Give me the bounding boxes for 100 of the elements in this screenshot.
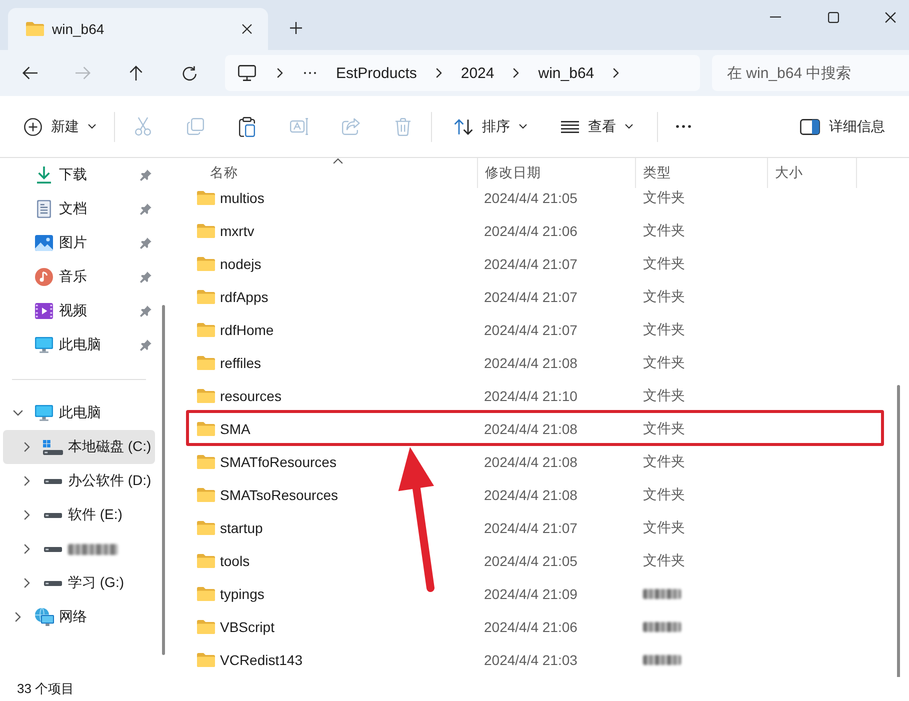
chevron-right-icon bbox=[513, 68, 520, 78]
search-field[interactable]: 在 win_b64 中搜索 bbox=[712, 55, 909, 91]
more-icon bbox=[676, 125, 690, 128]
scissors-icon bbox=[135, 117, 151, 136]
column-header[interactable]: 大小 bbox=[768, 158, 857, 188]
breadcrumb[interactable]: win_b64 bbox=[530, 58, 602, 88]
nav-item[interactable]: 音乐 bbox=[3, 260, 155, 294]
column-header[interactable]: 名称 bbox=[188, 158, 478, 188]
folder-icon bbox=[197, 388, 215, 402]
folder-icon bbox=[197, 322, 215, 336]
folder-icon bbox=[26, 22, 44, 36]
music-note-icon bbox=[35, 268, 53, 286]
modified-date: 2024/4/4 21:05 bbox=[484, 190, 578, 206]
details-button[interactable]: 详细信息 bbox=[790, 110, 895, 144]
folder-icon bbox=[197, 454, 215, 468]
breadcrumb[interactable]: 2024 bbox=[452, 58, 502, 88]
chevron-right-icon[interactable] bbox=[24, 578, 30, 588]
plus-icon bbox=[290, 22, 302, 34]
nav-item[interactable]: 此电脑 bbox=[3, 328, 155, 362]
file-name[interactable]: SMA bbox=[220, 420, 250, 436]
file-name[interactable]: rdfHome bbox=[220, 322, 274, 338]
chevron-right-icon[interactable] bbox=[24, 544, 30, 554]
clipboard-icon bbox=[239, 116, 255, 136]
monitor-icon bbox=[35, 337, 53, 353]
file-type: 文件夹 bbox=[643, 288, 685, 306]
sort-icon bbox=[454, 118, 473, 134]
file-name[interactable]: VBScript bbox=[220, 618, 274, 634]
nav-item[interactable]: 下载 bbox=[3, 158, 155, 192]
file-type: 文件夹 bbox=[643, 354, 685, 372]
modified-date: 2024/4/4 21:06 bbox=[484, 618, 578, 634]
caret-down-icon bbox=[625, 124, 633, 129]
file-name[interactable]: typings bbox=[220, 586, 264, 602]
file-type: 文件夹 bbox=[643, 386, 685, 404]
share-icon bbox=[342, 118, 360, 135]
modified-date: 2024/4/4 21:08 bbox=[484, 354, 578, 370]
chevron-right-icon[interactable] bbox=[24, 476, 30, 486]
list-view-icon bbox=[561, 120, 579, 132]
folder-icon bbox=[197, 290, 215, 304]
nav-item[interactable]: 软件 (E:) bbox=[3, 498, 155, 532]
address-bar[interactable]: EstProducts 2024 win_b64 bbox=[225, 55, 700, 91]
modified-date: 2024/4/4 21:03 bbox=[484, 652, 578, 668]
drive-icon bbox=[44, 478, 62, 484]
chevron-down-icon[interactable] bbox=[13, 410, 23, 416]
monitor-icon bbox=[35, 405, 53, 421]
file-name[interactable]: SMATsoResources bbox=[220, 486, 338, 502]
file-name[interactable]: multios bbox=[220, 190, 264, 206]
nav-item[interactable]: 学习 (G:) bbox=[3, 566, 155, 600]
caret-down-icon bbox=[519, 124, 527, 129]
column-header[interactable]: 类型 bbox=[636, 158, 768, 188]
folder-icon bbox=[197, 356, 215, 370]
modified-date: 2024/4/4 21:10 bbox=[484, 388, 578, 404]
nav-item[interactable]: 网络 bbox=[3, 600, 155, 634]
file-name[interactable]: rdfApps bbox=[220, 288, 268, 304]
file-name[interactable]: mxrtv bbox=[220, 222, 254, 238]
file-type: 文件夹 bbox=[643, 254, 685, 272]
file-name[interactable]: reffiles bbox=[220, 354, 261, 370]
file-name[interactable]: tools bbox=[220, 552, 250, 568]
column-header[interactable]: 修改日期 bbox=[478, 158, 636, 188]
new-button[interactable]: 新建 bbox=[14, 110, 106, 144]
nav-item[interactable]: 图片 bbox=[3, 226, 155, 260]
file-name[interactable]: VCRedist143 bbox=[220, 652, 302, 668]
modified-date: 2024/4/4 21:07 bbox=[484, 288, 578, 304]
folder-tab[interactable]: win_b64 bbox=[8, 8, 268, 50]
file-name[interactable]: SMATfoResources bbox=[220, 454, 336, 470]
download-icon bbox=[36, 166, 52, 184]
nav-item[interactable]: 文档 bbox=[3, 192, 155, 226]
view-button[interactable]: 查看 bbox=[551, 110, 643, 144]
chevron-right-icon[interactable] bbox=[24, 442, 30, 452]
breadcrumb[interactable]: EstProducts bbox=[328, 58, 425, 88]
nav-item[interactable]: 视频 bbox=[3, 294, 155, 328]
file-type: 文件夹 bbox=[643, 486, 685, 504]
modified-date: 2024/4/4 21:08 bbox=[484, 454, 578, 470]
modified-date: 2024/4/4 21:07 bbox=[484, 256, 578, 272]
nav-item[interactable]: 此电脑 bbox=[3, 396, 155, 430]
modified-date: 2024/4/4 21:07 bbox=[484, 520, 578, 536]
details-pane-icon bbox=[800, 118, 820, 134]
rename-icon bbox=[290, 118, 308, 135]
file-type: 文件夹 bbox=[643, 188, 685, 206]
close-icon bbox=[242, 24, 252, 34]
arrow-icon bbox=[22, 66, 38, 80]
nav-item[interactable]: 办公软件 (D:) bbox=[3, 464, 155, 498]
file-type: 文件夹 bbox=[643, 452, 685, 470]
file-name[interactable]: nodejs bbox=[220, 256, 262, 272]
nav-item[interactable]: 本地磁盘 (C:) bbox=[3, 430, 155, 464]
folder-icon bbox=[197, 586, 215, 600]
maximize-icon bbox=[828, 12, 838, 22]
chevron-right-icon[interactable] bbox=[15, 612, 21, 622]
network-icon bbox=[34, 608, 54, 626]
file-name[interactable]: resources bbox=[220, 388, 282, 404]
sort-button[interactable]: 排序 bbox=[444, 110, 537, 144]
file-type: 文件夹 bbox=[643, 222, 685, 240]
file-type: 文件夹 bbox=[643, 552, 685, 570]
drive-icon bbox=[44, 546, 62, 552]
folder-icon bbox=[197, 190, 215, 204]
folder-icon bbox=[197, 422, 215, 436]
file-name[interactable]: startup bbox=[220, 520, 263, 536]
copy-icon bbox=[186, 118, 204, 135]
chevron-right-icon[interactable] bbox=[24, 510, 30, 520]
scrollbar-thumb[interactable] bbox=[162, 305, 165, 655]
modified-date: 2024/4/4 21:05 bbox=[484, 552, 578, 568]
